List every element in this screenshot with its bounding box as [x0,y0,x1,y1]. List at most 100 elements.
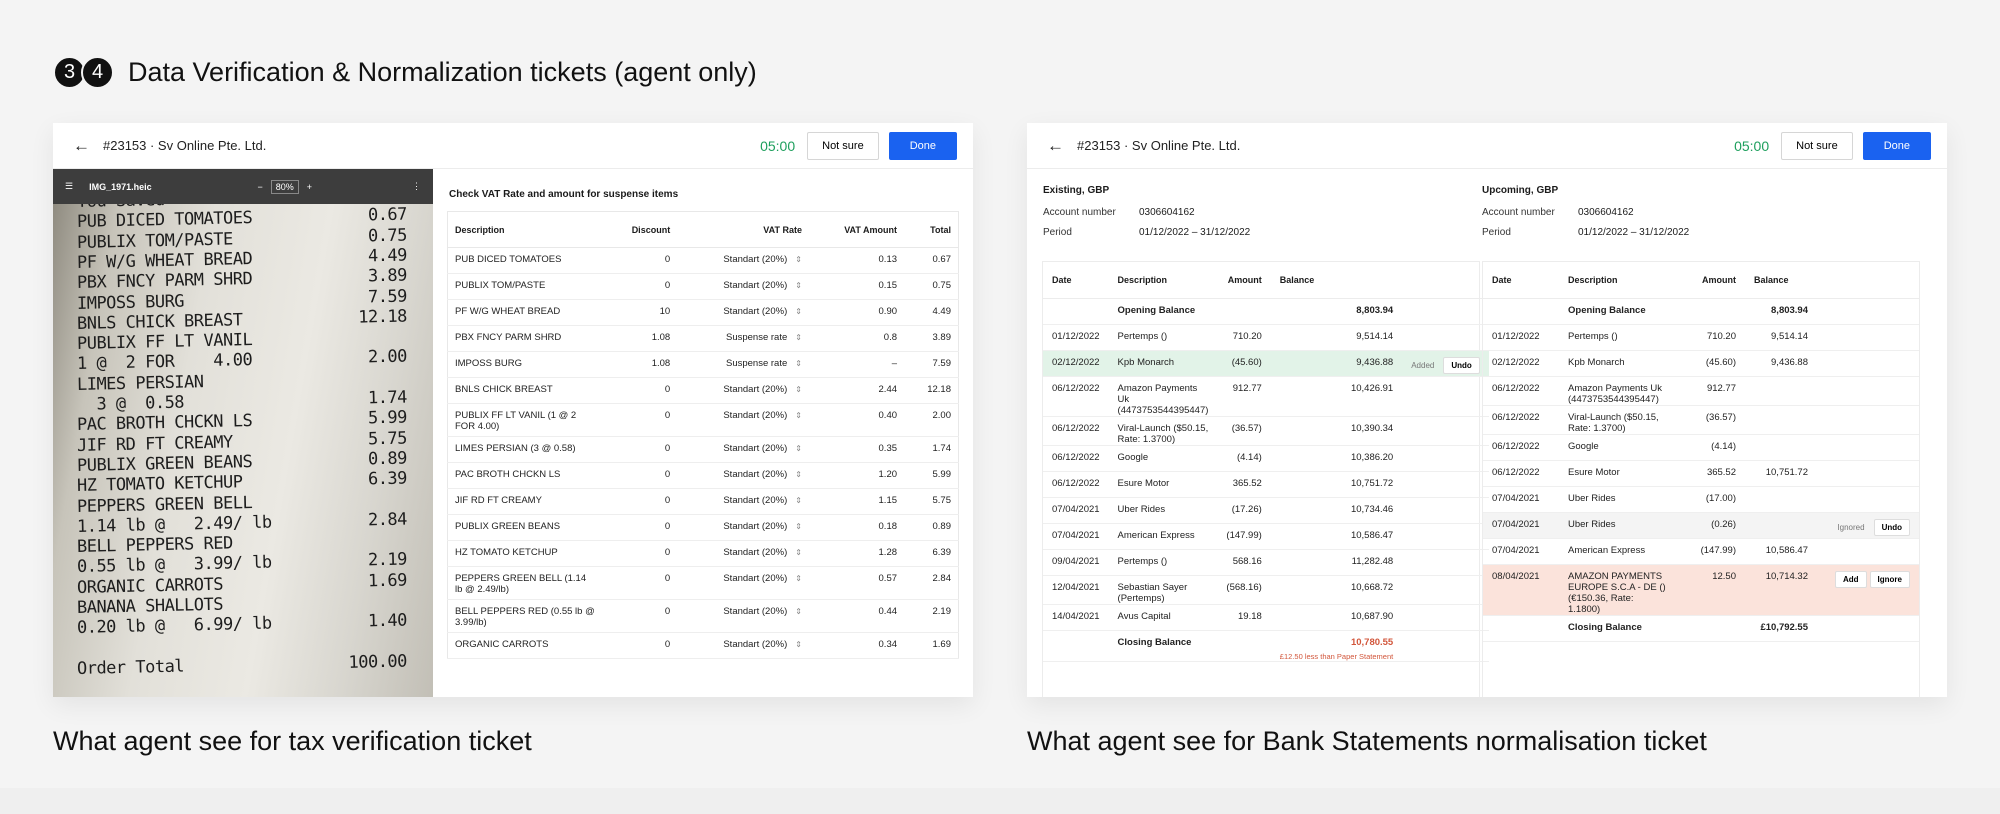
vat-amount[interactable]: 0.8 [808,325,905,352]
transaction-row: 07/04/2021 American Express (147.99) 10,586… [1043,523,1489,550]
vat-rate-label: Suspense rate [725,358,788,369]
vat-amount[interactable]: 0.90 [808,299,905,326]
back-arrow-icon[interactable]: ← [73,136,95,156]
transaction-row: 07/04/2021 Uber Rides (17.00) [1483,486,1919,513]
column-header: Description [1559,262,1677,299]
stepper-icon: ⇕ [795,359,802,368]
zoom-level[interactable]: 80% [270,179,299,194]
vat-amount[interactable]: 0.13 [808,247,905,274]
receipt-price: 0.89 [367,448,408,470]
vat-rate-select[interactable]: Standart (20%) ⇕ [677,299,809,326]
vat-amount[interactable]: 0.15 [808,273,905,300]
period-label: Period [1482,226,1511,238]
more-options-icon[interactable]: ⋮ [412,181,421,192]
transaction-date [1483,298,1559,325]
transaction-amount: 912.77 [1217,376,1271,417]
account-number: 0306604162 [1578,206,1634,218]
vat-rate-select[interactable]: Standart (20%) ⇕ [677,247,809,274]
transaction-description: Uber Rides [1559,512,1677,539]
row-action-button[interactable]: Undo [1873,518,1910,536]
vat-rate-select[interactable]: Standart (20%) ⇕ [677,488,809,515]
row-action-button[interactable]: Undo [1443,356,1480,374]
receipt-price: 5.99 [367,407,408,429]
step-badge-4: 4 [81,55,114,89]
receipt-item: 3 @ 0.58 [76,392,185,415]
vat-amount[interactable]: 1.20 [808,462,905,489]
receipt-price: 3.89 [367,265,408,287]
balance-value: 10,751.72 [1765,466,1808,478]
balance-value: 10,687.90 [1350,610,1394,622]
vat-amount[interactable]: 0.57 [808,566,905,600]
vat-amount[interactable]: 1.28 [808,540,905,567]
back-arrow-icon[interactable]: ← [1047,136,1069,156]
column-header: Date [1043,262,1109,299]
receipt-item: Order Total [76,656,185,679]
vat-amount[interactable]: 0.35 [808,436,905,463]
stepper-icon: ⇕ [795,333,802,342]
vat-rate-select[interactable]: Standart (20%) ⇕ [677,514,809,541]
vat-amount[interactable]: 0.18 [808,514,905,541]
not-sure-button[interactable]: Not sure [1781,131,1853,160]
total-value: 1.74 [904,436,959,463]
vat-amount[interactable]: 0.40 [808,403,905,437]
done-button[interactable]: Done [888,131,957,160]
row-ignore-button[interactable]: Ignore [1869,570,1910,588]
discount-value: 0 [602,403,678,437]
transaction-row: 06/12/2022 Google (4.14) [1483,434,1919,461]
vat-row: PAC BROTH CHCKN LS 0 Standart (20%) ⇕ 1.20 5.… [447,462,959,489]
transaction-amount: 568.16 [1217,549,1271,576]
stepper-icon: ⇕ [795,607,802,616]
vat-check-area: Check VAT Rate and amount for suspense i… [433,169,973,697]
vat-row: HZ TOMATO KETCHUP 0 Standart (20%) ⇕ 1.28 6.3… [447,540,959,567]
total-value: 0.67 [904,247,959,274]
status-tag: Ignored [1837,522,1865,532]
vat-rate-select[interactable]: Standart (20%) ⇕ [677,632,809,659]
vat-rate-select[interactable]: Standart (20%) ⇕ [677,377,809,404]
zoom-out-button[interactable]: − [257,182,262,192]
vat-rate-select[interactable]: Suspense rate ⇕ [677,351,809,378]
transaction-date: 07/04/2021 [1043,523,1109,550]
vat-rate-select[interactable]: Suspense rate ⇕ [677,325,809,352]
transaction-description: Avus Capital [1108,604,1218,631]
row-actions [1817,538,1919,565]
stepper-icon: ⇕ [795,496,802,505]
vat-rate-select[interactable]: Standart (20%) ⇕ [677,599,809,633]
row-actions [1817,615,1919,642]
vat-rate-select[interactable]: Standart (20%) ⇕ [677,462,809,489]
transaction-balance: 10,714.32 [1745,564,1817,616]
total-value: 2.84 [904,566,959,600]
balance-value: 8,803.94 [1771,304,1808,316]
vat-amount[interactable]: 2.44 [808,377,905,404]
vat-rate-select[interactable]: Standart (20%) ⇕ [677,436,809,463]
vat-rate-select[interactable]: Standart (20%) ⇕ [677,403,809,437]
ticket-toolbar: ← #23153 · Sv Online Pte. Ltd. 05:00 Not… [53,123,973,169]
row-action-button[interactable]: Add [1834,570,1867,588]
not-sure-button[interactable]: Not sure [807,131,879,160]
vat-rate-select[interactable]: Standart (20%) ⇕ [677,273,809,300]
total-value: 3.89 [904,325,959,352]
row-actions [1402,604,1489,631]
transaction-balance: 9,436.88 [1270,350,1403,377]
discount-value: 0 [602,462,678,489]
transaction-row: 06/12/2022 Esure Motor 365.52 10,751.72 [1483,460,1919,487]
transaction-date: 06/12/2022 [1043,416,1109,446]
receipt-price: 100.00 [348,651,408,673]
period-value: 01/12/2022 – 31/12/2022 [1578,226,1690,238]
vat-rate-select[interactable]: Standart (20%) ⇕ [677,566,809,600]
transaction-row: Closing Balance 10,780.55 £12.50 less than… [1043,630,1489,662]
vat-amount[interactable]: 0.34 [808,632,905,659]
receipt-price: 1.74 [367,387,408,409]
vat-amount[interactable]: 1.15 [808,488,905,515]
vat-rate-label: Standart (20%) [723,521,788,532]
vat-amount[interactable]: 0.44 [808,599,905,633]
row-actions [1402,445,1489,472]
zoom-in-button[interactable]: + [307,182,312,192]
done-button[interactable]: Done [1862,131,1931,160]
vat-rate-select[interactable]: Standart (20%) ⇕ [677,540,809,567]
menu-icon[interactable]: ☰ [65,181,73,192]
vat-rate-label: Standart (20%) [723,443,788,454]
transaction-description: Esure Motor [1108,471,1218,498]
vat-amount[interactable]: – [808,351,905,378]
transaction-amount: 912.77 [1677,376,1745,406]
balance-value: 10,586.47 [1350,529,1394,541]
